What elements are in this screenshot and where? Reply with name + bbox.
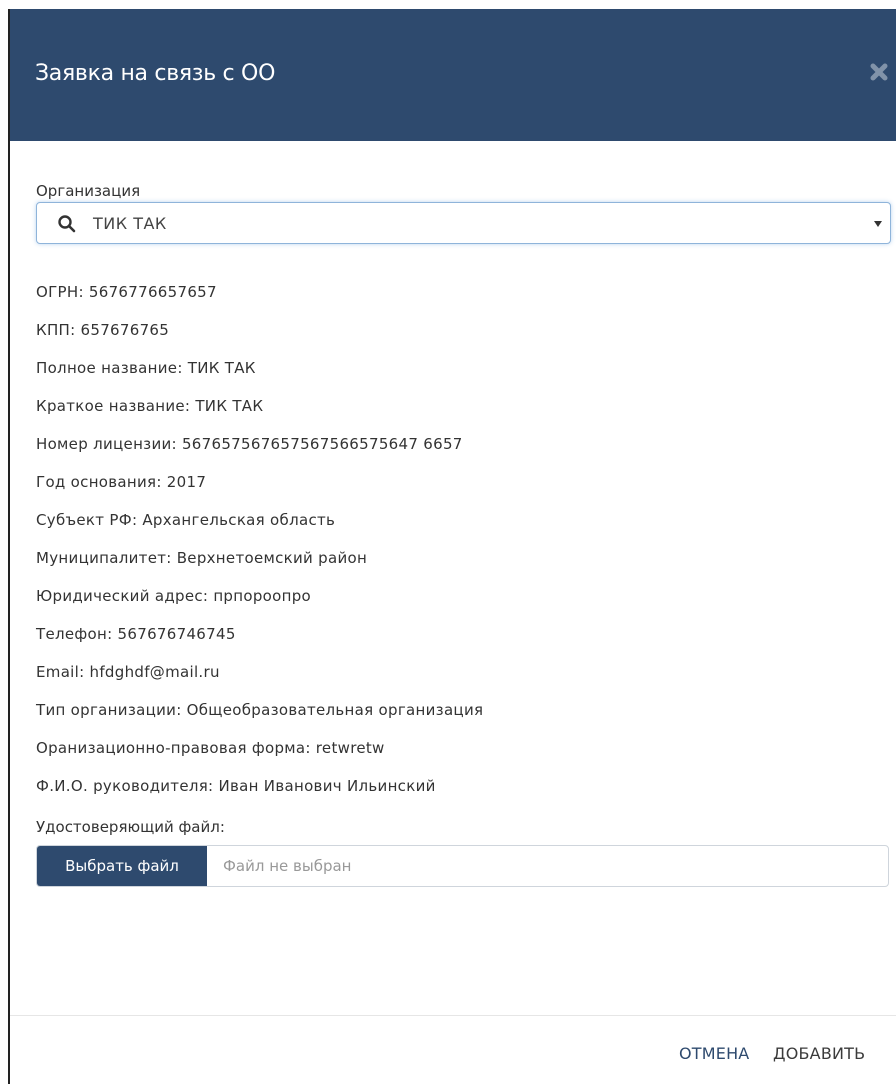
info-legal-address: Юридический адрес: прпороопро bbox=[36, 587, 312, 605]
search-icon bbox=[58, 215, 76, 233]
info-legal-form: Оранизационно-правовая форма: retwretw bbox=[36, 739, 385, 757]
info-kpp: КПП: 657676765 bbox=[36, 321, 170, 339]
info-email: Email: hfdghdf@mail.ru bbox=[36, 663, 220, 681]
info-director: Ф.И.О. руководителя: Иван Иванович Ильин… bbox=[36, 777, 436, 795]
info-municipality: Муниципалитет: Верхнетоемский район bbox=[36, 549, 368, 567]
modal-header: Заявка на связь с ОО bbox=[10, 9, 896, 141]
footer-divider bbox=[10, 1015, 896, 1016]
info-ogrn: ОГРН: 5676776657657 bbox=[36, 283, 217, 301]
close-icon[interactable] bbox=[868, 61, 890, 83]
file-input[interactable]: Выбрать файл Файл не выбран bbox=[36, 845, 889, 887]
add-button[interactable]: ДОБАВИТЬ bbox=[773, 1044, 865, 1063]
info-phone: Телефон: 567676746745 bbox=[36, 625, 236, 643]
info-license-number: Номер лицензии: 567657567657567566575647… bbox=[36, 435, 463, 453]
chevron-down-icon[interactable] bbox=[874, 221, 882, 227]
file-status: Файл не выбран bbox=[223, 857, 352, 875]
modal-title: Заявка на связь с ОО bbox=[35, 61, 276, 86]
info-full-name: Полное название: ТИК ТАК bbox=[36, 359, 256, 377]
organization-label: Организация bbox=[36, 182, 141, 200]
info-region: Субъект РФ: Архангельская область bbox=[36, 511, 336, 529]
info-org-type: Тип организации: Общеобразовательная орг… bbox=[36, 701, 484, 719]
organization-search-value[interactable]: ТИК ТАК bbox=[93, 214, 167, 233]
file-label: Удостоверяющий файл: bbox=[36, 818, 225, 836]
organization-info-list: ОГРН: 5676776657657 КПП: 657676765 Полно… bbox=[36, 273, 483, 805]
modal-dialog: Заявка на связь с ОО Организация ТИК ТАК… bbox=[10, 9, 896, 1084]
cancel-button[interactable]: ОТМЕНА bbox=[679, 1044, 749, 1063]
organization-search-select[interactable]: ТИК ТАК bbox=[36, 202, 891, 244]
info-short-name: Краткое название: ТИК ТАК bbox=[36, 397, 264, 415]
choose-file-button[interactable]: Выбрать файл bbox=[37, 846, 207, 886]
info-founding-year: Год основания: 2017 bbox=[36, 473, 207, 491]
window-top-strip bbox=[0, 0, 896, 9]
